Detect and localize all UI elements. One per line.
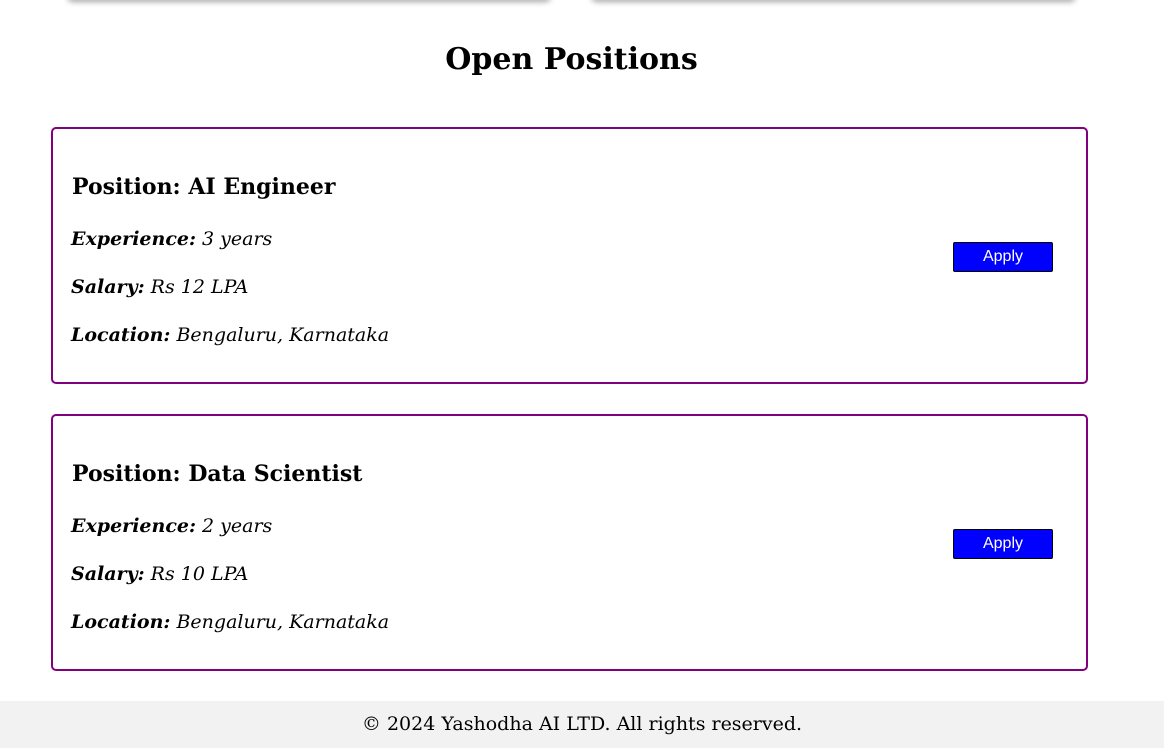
location-value: Bengaluru, Karnataka [176,611,390,633]
copyright-text: © 2024 Yashodha AI LTD. All rights reser… [361,713,803,735]
job-location: Location: Bengaluru, Karnataka [71,323,389,347]
section-title: Open Positions [445,42,698,77]
page-footer: © 2024 Yashodha AI LTD. All rights reser… [0,701,1164,748]
salary-label: Salary: [71,276,145,298]
experience-value: 2 years [202,515,273,537]
job-experience: Experience: 3 years [71,227,272,251]
job-card: Position: Data Scientist Experience: 2 y… [51,414,1088,671]
job-salary: Salary: Rs 10 LPA [71,562,248,586]
job-title: Position: AI Engineer [72,174,336,200]
experience-label: Experience: [71,228,196,250]
location-label: Location: [71,324,171,346]
job-title: Position: Data Scientist [72,461,363,487]
apply-button[interactable]: Apply [953,242,1053,272]
job-experience: Experience: 2 years [71,514,272,538]
location-value: Bengaluru, Karnataka [176,324,390,346]
salary-label: Salary: [71,563,145,585]
job-location: Location: Bengaluru, Karnataka [71,610,389,634]
location-label: Location: [71,611,171,633]
experience-label: Experience: [71,515,196,537]
experience-value: 3 years [202,228,273,250]
job-card: Position: AI Engineer Experience: 3 year… [51,127,1088,384]
salary-value: Rs 10 LPA [150,563,249,585]
apply-button[interactable]: Apply [953,529,1053,559]
top-image-strip [0,0,1164,12]
job-salary: Salary: Rs 12 LPA [71,275,248,299]
salary-value: Rs 12 LPA [150,276,249,298]
